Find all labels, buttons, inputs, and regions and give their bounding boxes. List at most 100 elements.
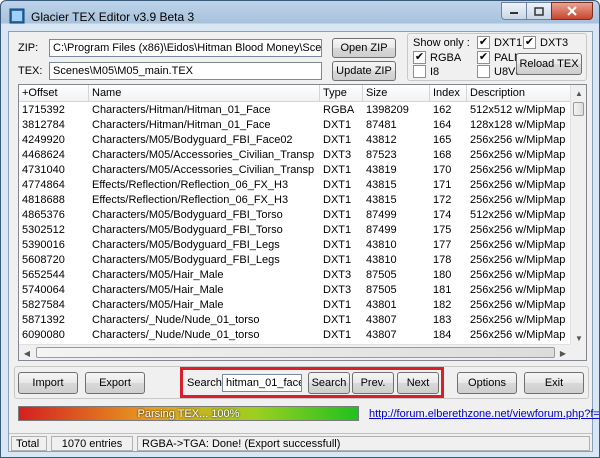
minimize-button[interactable] xyxy=(501,2,527,20)
next-button[interactable]: Next xyxy=(397,372,439,394)
horizontal-scroll-thumb[interactable] xyxy=(36,347,555,358)
cell-type: DXT1 xyxy=(323,329,352,341)
cell-offset: 5608720 xyxy=(22,254,65,266)
column-header-type[interactable]: Type xyxy=(320,85,363,102)
table-row[interactable]: 5740064 Characters/M05/Hair_Male DXT3 87505… xyxy=(19,283,571,298)
cell-description: 256x256 w/MipMap xyxy=(470,269,566,281)
list-header: +Offset Name Type Size Index Description xyxy=(19,85,571,102)
cell-offset: 5740064 xyxy=(22,284,65,296)
column-header-offset[interactable]: +Offset xyxy=(19,85,89,102)
cell-type: DXT3 xyxy=(323,284,352,296)
table-row[interactable]: 4731040 Characters/M05/Accessories_Civili… xyxy=(19,163,571,178)
cell-name: Effects/Reflection/Reflection_06_FX_H3 xyxy=(92,179,289,191)
cell-name: Characters/M05/Hair_Male xyxy=(92,269,224,281)
table-row[interactable]: 5652544 Characters/M05/Hair_Male DXT3 87505… xyxy=(19,268,571,283)
table-row[interactable]: 6090080 Characters/_Nude/Nude_01_torso DXT… xyxy=(19,328,571,343)
column-header-size[interactable]: Size xyxy=(363,85,430,102)
app-icon xyxy=(9,8,25,24)
search-input[interactable]: hitman_01_face xyxy=(222,374,302,392)
cell-index: 171 xyxy=(433,179,452,191)
forum-link[interactable]: http://forum.elberethzone.net/viewforum.… xyxy=(369,408,600,420)
cell-description: 256x256 w/MipMap xyxy=(470,329,566,341)
cell-size: 87481 xyxy=(366,119,397,131)
cell-type: DXT3 xyxy=(323,269,352,281)
cell-index: 181 xyxy=(433,284,452,296)
progress-text: Parsing TEX... 100% xyxy=(137,408,240,420)
search-button[interactable]: Search xyxy=(308,372,350,394)
vertical-scroll-thumb[interactable] xyxy=(573,102,584,116)
cell-size: 87505 xyxy=(366,284,397,296)
rgba-checkbox[interactable]: ✔ RGBA xyxy=(413,51,461,64)
maximize-button[interactable] xyxy=(526,2,552,20)
table-row[interactable]: 3812784 Characters/Hitman/Hitman_01_Face D… xyxy=(19,118,571,133)
close-button[interactable] xyxy=(551,2,593,20)
table-row[interactable]: 1715392 Characters/Hitman/Hitman_01_Face R… xyxy=(19,103,571,118)
horizontal-scrollbar[interactable]: ◀ ▶ xyxy=(19,344,571,360)
column-header-name[interactable]: Name xyxy=(89,85,320,102)
reload-tex-button[interactable]: Reload TEX xyxy=(516,53,582,75)
table-row[interactable]: 4818688 Effects/Reflection/Reflection_06_… xyxy=(19,193,571,208)
options-button[interactable]: Options xyxy=(457,372,517,394)
cell-offset: 5390016 xyxy=(22,239,65,251)
scroll-left-icon[interactable]: ◀ xyxy=(19,345,35,360)
table-row[interactable]: 4468624 Characters/M05/Accessories_Civili… xyxy=(19,148,571,163)
table-row[interactable]: 4865376 Characters/M05/Bodyguard_FBI_Tors… xyxy=(19,208,571,223)
cell-offset: 5871392 xyxy=(22,314,65,326)
cell-size: 87523 xyxy=(366,149,397,161)
import-button[interactable]: Import xyxy=(18,372,78,394)
cell-description: 256x256 w/MipMap xyxy=(470,164,566,176)
cell-index: 183 xyxy=(433,314,452,326)
vertical-scrollbar[interactable]: ▲ ▼ xyxy=(570,85,586,346)
show-only-label: Show only : xyxy=(413,37,470,49)
table-row[interactable]: 5608720 Characters/M05/Bodyguard_FBI_Legs… xyxy=(19,253,571,268)
zip-path-field[interactable]: C:\Program Files (x86)\Eidos\Hitman Bloo… xyxy=(49,39,322,57)
cell-index: 172 xyxy=(433,194,452,206)
status-message: RGBA->TGA: Done! (Export successfull) xyxy=(137,436,590,451)
cell-description: 256x256 w/MipMap xyxy=(470,284,566,296)
cell-name: Characters/Hitman/Hitman_01_Face xyxy=(92,119,271,131)
column-header-description[interactable]: Description xyxy=(467,85,571,102)
cell-description: 512x256 w/MipMap xyxy=(470,209,566,221)
cell-description: 256x256 w/MipMap xyxy=(470,179,566,191)
table-row[interactable]: 5390016 Characters/M05/Bodyguard_FBI_Legs… xyxy=(19,238,571,253)
checkmark-icon: ✔ xyxy=(477,36,490,49)
u8v8-checkbox[interactable]: U8V8 xyxy=(477,65,522,78)
scroll-up-icon[interactable]: ▲ xyxy=(571,85,586,101)
update-zip-button[interactable]: Update ZIP xyxy=(332,61,396,81)
table-row[interactable]: 5827584 Characters/M05/Hair_Male DXT1 43801… xyxy=(19,298,571,313)
tex-path-field[interactable]: Scenes\M05\M05_main.TEX xyxy=(49,62,322,80)
status-entry-count: 1070 entries xyxy=(51,436,133,451)
column-header-index[interactable]: Index xyxy=(430,85,467,102)
table-row[interactable]: 4774864 Effects/Reflection/Reflection_06_… xyxy=(19,178,571,193)
prev-button[interactable]: Prev. xyxy=(352,372,394,394)
cell-type: DXT1 xyxy=(323,164,352,176)
texture-list[interactable]: +Offset Name Type Size Index Description… xyxy=(18,84,587,361)
table-row[interactable]: 5871392 Characters/_Nude/Nude_01_torso DXT… xyxy=(19,313,571,328)
title-bar[interactable]: Glacier TEX Editor v3.9 Beta 3 xyxy=(1,1,599,31)
exit-button[interactable]: Exit xyxy=(524,372,584,394)
open-zip-button[interactable]: Open ZIP xyxy=(332,38,396,58)
i8-checkbox[interactable]: I8 xyxy=(413,65,439,78)
status-bar: Total 1070 entries RGBA->TGA: Done! (Exp… xyxy=(9,433,592,451)
scroll-right-icon[interactable]: ▶ xyxy=(555,345,571,360)
cell-type: DXT1 xyxy=(323,209,352,221)
dxt1-checkbox[interactable]: ✔ DXT1 xyxy=(477,36,522,49)
export-button[interactable]: Export xyxy=(85,372,145,394)
cell-type: RGBA xyxy=(323,104,355,116)
cell-offset: 4731040 xyxy=(22,164,65,176)
cell-offset: 4468624 xyxy=(22,149,65,161)
cell-size: 43819 xyxy=(366,164,397,176)
table-row[interactable]: 5302512 Characters/M05/Bodyguard_FBI_Tors… xyxy=(19,223,571,238)
cell-type: DXT1 xyxy=(323,299,352,311)
minimize-icon xyxy=(510,12,518,14)
table-row[interactable]: 4249920 Characters/M05/Bodyguard_FBI_Face… xyxy=(19,133,571,148)
cell-description: 256x256 w/MipMap xyxy=(470,299,566,311)
cell-offset: 1715392 xyxy=(22,104,65,116)
cell-offset: 4249920 xyxy=(22,134,65,146)
tex-label: TEX: xyxy=(18,65,43,77)
cell-offset: 5652544 xyxy=(22,269,65,281)
cell-type: DXT1 xyxy=(323,134,352,146)
dxt3-checkbox[interactable]: ✔ DXT3 xyxy=(523,36,568,49)
cell-offset: 5302512 xyxy=(22,224,65,236)
cell-offset: 6090080 xyxy=(22,329,65,341)
